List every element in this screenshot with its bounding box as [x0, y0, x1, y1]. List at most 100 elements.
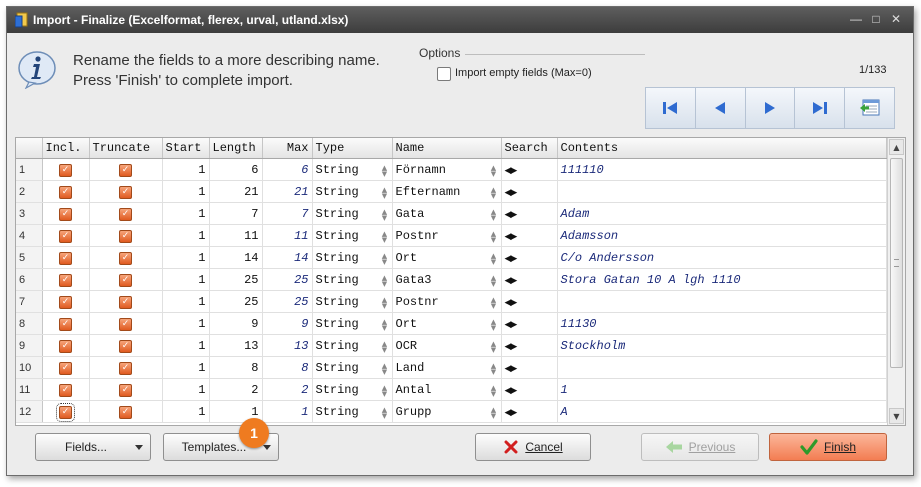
spinner-icon[interactable]: ▲ ▼: [490, 163, 498, 177]
spinner-icon[interactable]: ▲ ▼: [490, 251, 498, 265]
truncate-cell[interactable]: ✓: [89, 312, 163, 335]
name-cell[interactable]: ▲ ▼ Antal: [392, 378, 502, 401]
spinner-icon[interactable]: ▲ ▼: [381, 251, 389, 265]
finish-button[interactable]: Finish: [769, 433, 887, 461]
incl-cell[interactable]: ✓: [42, 400, 90, 423]
type-cell[interactable]: ▲ ▼ String: [312, 268, 393, 291]
truncate-checkbox[interactable]: ✓: [119, 164, 132, 177]
incl-checkbox[interactable]: ✓: [59, 384, 72, 397]
truncate-checkbox[interactable]: ✓: [119, 208, 132, 221]
name-cell[interactable]: ▲ ▼ Grupp: [392, 400, 502, 423]
incl-cell[interactable]: ✓: [42, 290, 90, 313]
search-cell[interactable]: ◀▶: [501, 224, 558, 247]
table-row[interactable]: 5 ✓ ✓ 1 14 14 ▲ ▼ String ▲ ▼ Ort ◀▶ C/o Andersson: [16, 246, 887, 269]
fields-grid[interactable]: Incl. Truncate Start Length Max Type Nam…: [15, 137, 906, 426]
start-cell[interactable]: 1: [162, 400, 210, 423]
first-page-button[interactable]: [646, 88, 696, 128]
truncate-cell[interactable]: ✓: [89, 334, 163, 357]
incl-checkbox[interactable]: ✓: [59, 252, 72, 265]
incl-cell[interactable]: ✓: [42, 158, 90, 181]
start-cell[interactable]: 1: [162, 246, 210, 269]
search-arrows-icon[interactable]: ◀▶: [505, 166, 518, 176]
spinner-icon[interactable]: ▲ ▼: [381, 361, 389, 375]
spinner-icon[interactable]: ▲ ▼: [381, 295, 389, 309]
col-header-name[interactable]: Name: [392, 138, 502, 159]
spinner-icon[interactable]: ▲ ▼: [490, 405, 498, 419]
spinner-icon[interactable]: ▲ ▼: [490, 273, 498, 287]
scroll-thumb[interactable]: [890, 158, 903, 368]
length-cell[interactable]: 25: [209, 290, 263, 313]
search-arrows-icon[interactable]: ◀▶: [505, 342, 518, 352]
type-cell[interactable]: ▲ ▼ String: [312, 246, 393, 269]
spinner-icon[interactable]: ▲ ▼: [490, 339, 498, 353]
search-arrows-icon[interactable]: ◀▶: [505, 188, 518, 198]
row-number[interactable]: 1: [16, 158, 43, 181]
type-cell[interactable]: ▲ ▼ String: [312, 158, 393, 181]
incl-cell[interactable]: ✓: [42, 180, 90, 203]
col-header-max[interactable]: Max: [262, 138, 313, 159]
search-cell[interactable]: ◀▶: [501, 334, 558, 357]
row-number[interactable]: 6: [16, 268, 43, 291]
incl-cell[interactable]: ✓: [42, 356, 90, 379]
name-cell[interactable]: ▲ ▼ OCR: [392, 334, 502, 357]
type-cell[interactable]: ▲ ▼ String: [312, 224, 393, 247]
cancel-button[interactable]: Cancel: [475, 433, 591, 461]
incl-cell[interactable]: ✓: [42, 246, 90, 269]
type-cell[interactable]: ▲ ▼ String: [312, 378, 393, 401]
col-header-type[interactable]: Type: [312, 138, 393, 159]
row-number[interactable]: 4: [16, 224, 43, 247]
search-cell[interactable]: ◀▶: [501, 202, 558, 225]
row-number[interactable]: 12: [16, 400, 43, 423]
type-cell[interactable]: ▲ ▼ String: [312, 356, 393, 379]
incl-cell[interactable]: ✓: [42, 202, 90, 225]
table-row[interactable]: 11 ✓ ✓ 1 2 2 ▲ ▼ String ▲ ▼ Antal ◀▶ 1: [16, 378, 887, 401]
col-header-length[interactable]: Length: [209, 138, 263, 159]
col-header-contents[interactable]: Contents: [557, 138, 887, 159]
incl-checkbox[interactable]: ✓: [59, 230, 72, 243]
name-cell[interactable]: ▲ ▼ Ort: [392, 312, 502, 335]
incl-cell[interactable]: ✓: [42, 378, 90, 401]
search-cell[interactable]: ◀▶: [501, 246, 558, 269]
truncate-checkbox[interactable]: ✓: [119, 406, 132, 419]
incl-checkbox[interactable]: ✓: [56, 403, 75, 422]
vertical-scrollbar[interactable]: ▲ ▼: [887, 138, 905, 425]
table-row[interactable]: 7 ✓ ✓ 1 25 25 ▲ ▼ String ▲ ▼ Postnr ◀▶: [16, 290, 887, 313]
truncate-cell[interactable]: ✓: [89, 246, 163, 269]
truncate-checkbox[interactable]: ✓: [119, 340, 132, 353]
spinner-icon[interactable]: ▲ ▼: [381, 317, 389, 331]
table-row[interactable]: 10 ✓ ✓ 1 8 8 ▲ ▼ String ▲ ▼ Land ◀▶: [16, 356, 887, 379]
length-cell[interactable]: 6: [209, 158, 263, 181]
previous-button[interactable]: Previous: [641, 433, 759, 461]
truncate-cell[interactable]: ✓: [89, 400, 163, 423]
truncate-cell[interactable]: ✓: [89, 356, 163, 379]
search-cell[interactable]: ◀▶: [501, 158, 558, 181]
table-row[interactable]: 12 ✓ ✓ 1 1 1 ▲ ▼ String ▲ ▼ Grupp ◀▶ A: [16, 400, 887, 423]
start-cell[interactable]: 1: [162, 268, 210, 291]
scroll-up-icon[interactable]: ▲: [889, 139, 904, 155]
spinner-icon[interactable]: ▲ ▼: [490, 185, 498, 199]
row-number[interactable]: 11: [16, 378, 43, 401]
name-cell[interactable]: ▲ ▼ Efternamn: [392, 180, 502, 203]
spinner-icon[interactable]: ▲ ▼: [490, 383, 498, 397]
table-row[interactable]: 2 ✓ ✓ 1 21 21 ▲ ▼ String ▲ ▼ Efternamn ◀▶: [16, 180, 887, 203]
search-arrows-icon[interactable]: ◀▶: [505, 386, 518, 396]
fields-button[interactable]: Fields...: [35, 433, 151, 461]
col-header-start[interactable]: Start: [162, 138, 210, 159]
truncate-checkbox[interactable]: ✓: [119, 318, 132, 331]
truncate-cell[interactable]: ✓: [89, 224, 163, 247]
row-number[interactable]: 9: [16, 334, 43, 357]
search-arrows-icon[interactable]: ◀▶: [505, 320, 518, 330]
truncate-cell[interactable]: ✓: [89, 158, 163, 181]
spinner-icon[interactable]: ▲ ▼: [490, 295, 498, 309]
incl-checkbox[interactable]: ✓: [59, 362, 72, 375]
name-cell[interactable]: ▲ ▼ Postnr: [392, 290, 502, 313]
next-page-button[interactable]: [746, 88, 796, 128]
truncate-cell[interactable]: ✓: [89, 180, 163, 203]
export-button[interactable]: [845, 88, 894, 128]
table-row[interactable]: 3 ✓ ✓ 1 7 7 ▲ ▼ String ▲ ▼ Gata ◀▶ Adam: [16, 202, 887, 225]
truncate-checkbox[interactable]: ✓: [119, 362, 132, 375]
name-cell[interactable]: ▲ ▼ Ort: [392, 246, 502, 269]
spinner-icon[interactable]: ▲ ▼: [381, 273, 389, 287]
type-cell[interactable]: ▲ ▼ String: [312, 312, 393, 335]
type-cell[interactable]: ▲ ▼ String: [312, 400, 393, 423]
